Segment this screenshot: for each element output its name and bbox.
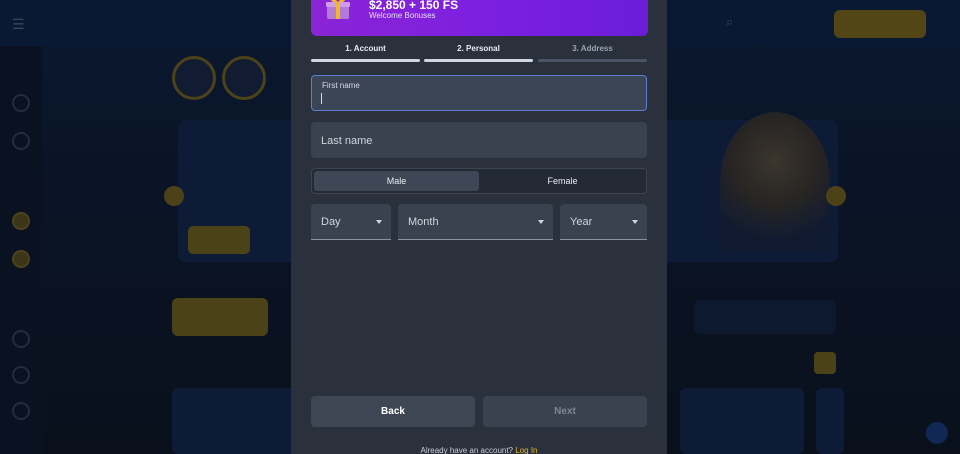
first-name-label: First name (322, 81, 360, 90)
birth-year-placeholder: Year (570, 216, 593, 228)
first-name-field[interactable]: First name (311, 75, 647, 111)
chevron-down-icon (376, 220, 382, 224)
birth-day-select[interactable]: Day (311, 204, 391, 240)
text-caret (321, 93, 322, 104)
registration-stepper: 1. Account 2. Personal 3. Address (311, 44, 647, 64)
last-name-placeholder: Last name (321, 135, 373, 147)
last-name-field[interactable]: Last name (311, 122, 647, 158)
registration-modal: $2,850 + 150 FS Welcome Bonuses 1. Accou… (291, 0, 667, 454)
birth-day-placeholder: Day (321, 216, 341, 228)
gender-female-option[interactable]: Female (480, 171, 645, 191)
chevron-down-icon (632, 220, 638, 224)
step-account-label: 1. Account (345, 44, 386, 53)
login-prompt-text: Already have an account? (420, 446, 514, 454)
next-button[interactable]: Next (483, 396, 647, 427)
gender-male-option[interactable]: Male (314, 171, 479, 191)
gender-toggle: Male Female (311, 168, 647, 194)
login-link[interactable]: Log In (515, 446, 537, 454)
step-personal-label: 2. Personal (457, 44, 500, 53)
welcome-bonus-banner: $2,850 + 150 FS Welcome Bonuses (311, 0, 648, 36)
back-button[interactable]: Back (311, 396, 475, 427)
step-address-label: 3. Address (572, 44, 613, 53)
birth-month-select[interactable]: Month (398, 204, 553, 240)
step-address-bar (538, 59, 647, 62)
birth-year-select[interactable]: Year (560, 204, 647, 240)
birth-month-placeholder: Month (408, 216, 439, 228)
gift-icon (326, 0, 350, 19)
step-personal-bar (424, 59, 533, 62)
bonus-label: Welcome Bonuses (369, 11, 436, 20)
step-account-bar (311, 59, 420, 62)
chevron-down-icon (538, 220, 544, 224)
login-prompt: Already have an account? Log In (291, 446, 667, 454)
